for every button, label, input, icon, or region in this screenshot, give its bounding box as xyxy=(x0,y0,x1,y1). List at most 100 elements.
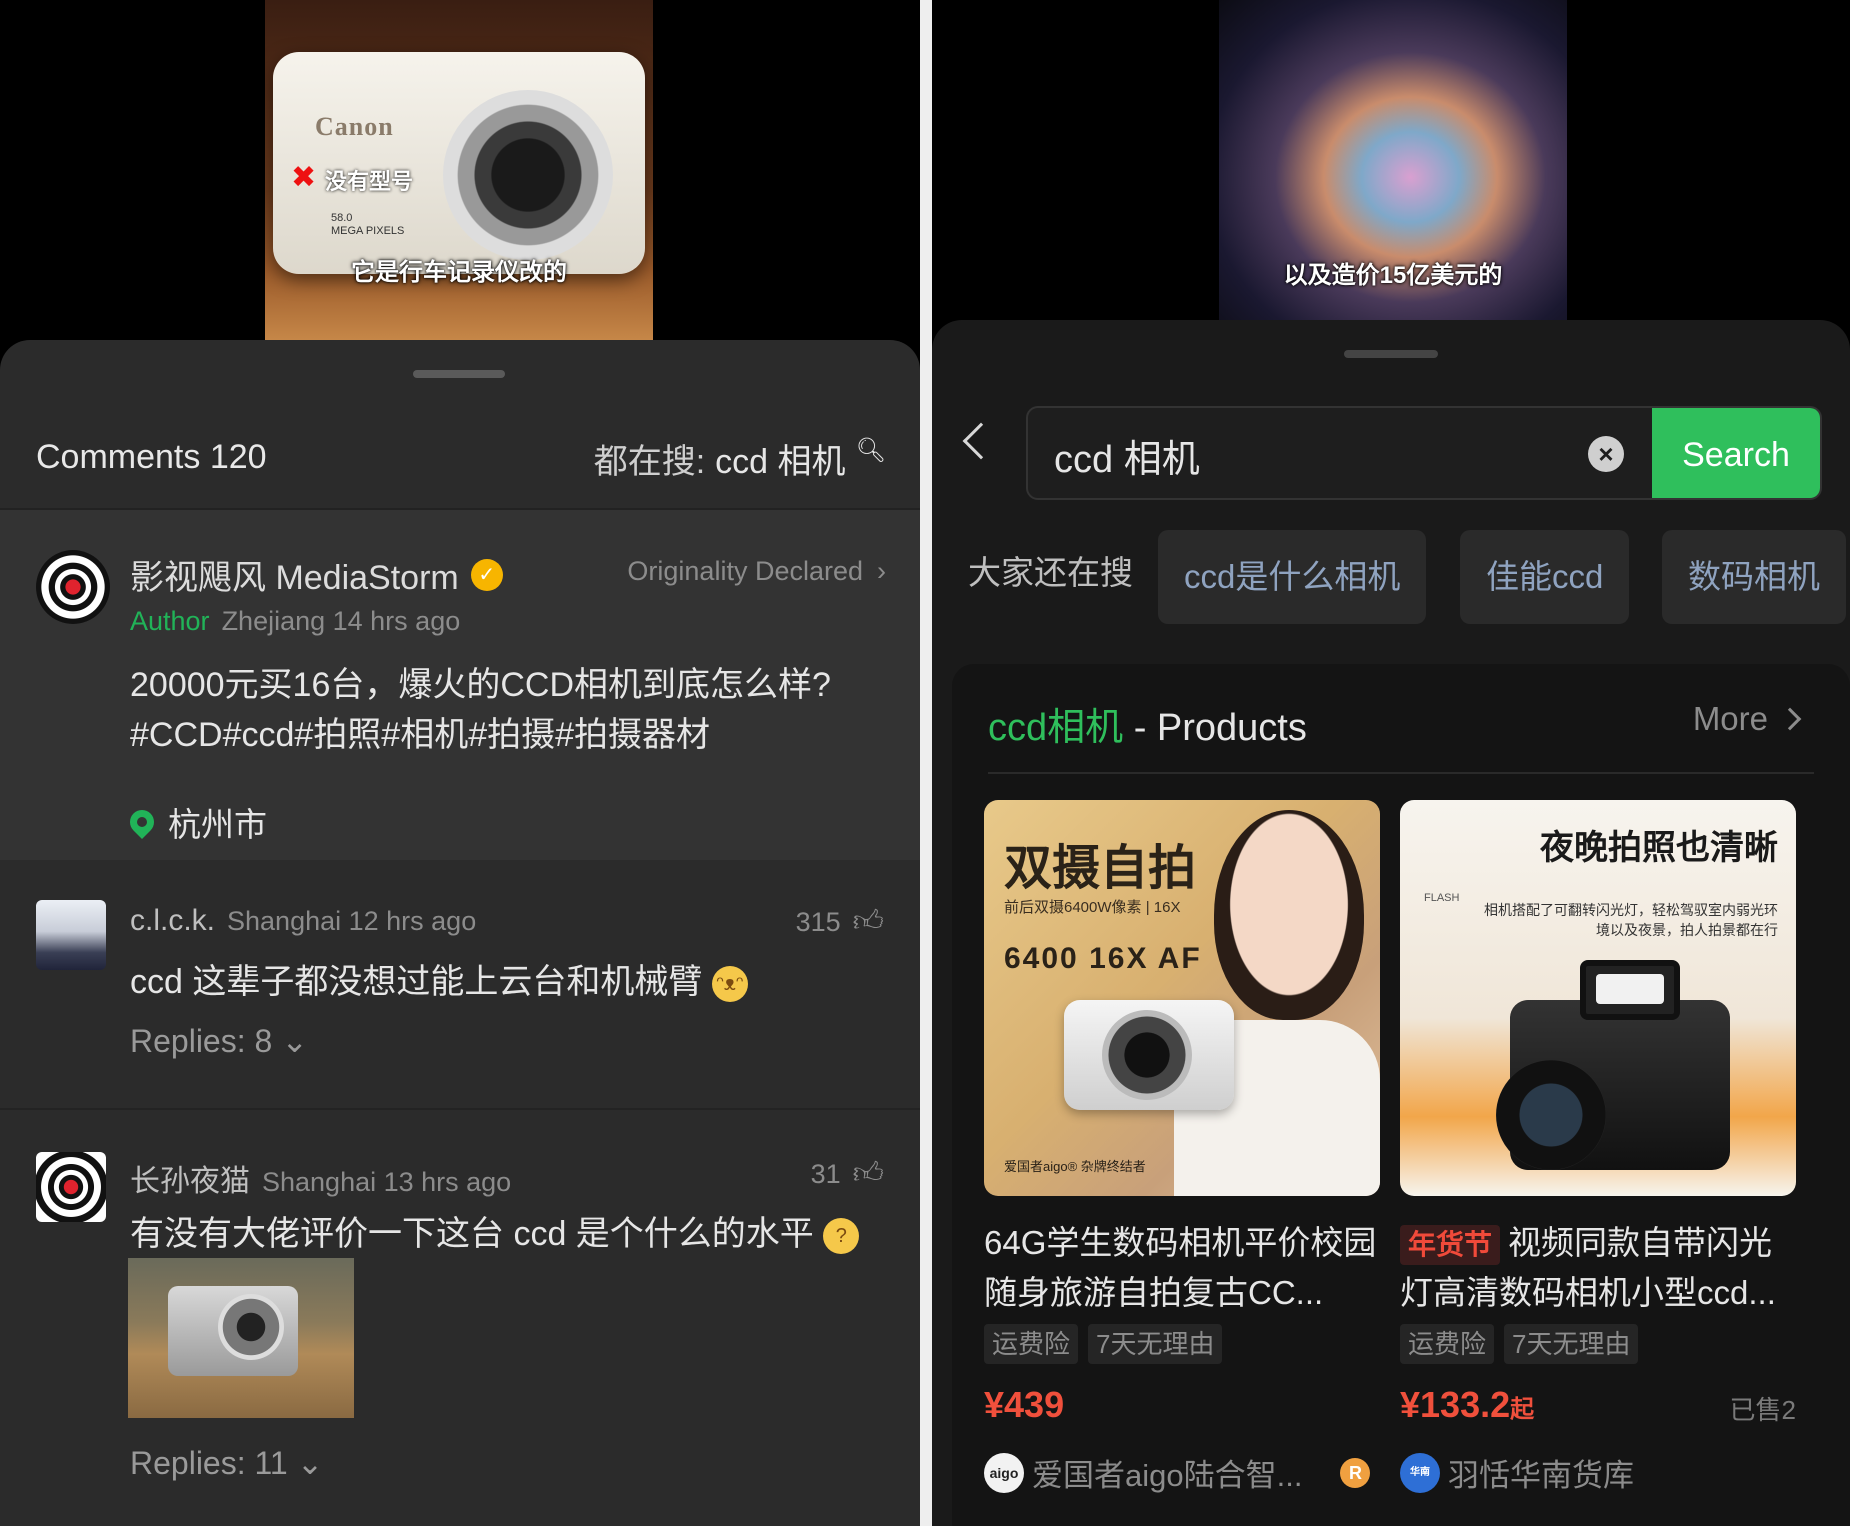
camera-lens xyxy=(1102,1010,1192,1100)
replies-toggle[interactable]: Replies: 8 ⌄ xyxy=(130,1022,308,1060)
trending-search[interactable]: 都在搜: ccd 相机 🔍︎ xyxy=(594,434,886,483)
search-sheet: ccd 相机 × Search 大家还在搜 ccd是什么相机 佳能ccd 数码相… xyxy=(932,320,1850,1526)
divider xyxy=(988,772,1814,774)
video-caption: 以及造价15亿美元的 xyxy=(1283,262,1503,289)
image-flash-label: FLASH xyxy=(1424,892,1460,904)
trending-search-keyword[interactable]: ccd 相机 xyxy=(715,434,845,483)
product-name[interactable]: 64G学生数码相机平价校园随身旅游自拍复古CC... xyxy=(984,1218,1380,1318)
products-keyword: ccd相机 xyxy=(988,707,1124,749)
shop-name: 爱国者aigo陆合智... xyxy=(1032,1458,1303,1493)
image-subtitle: 相机搭配了可翻转闪光灯，轻松驾驭室内弱光环境以及夜景，拍人拍景都在行 xyxy=(1484,902,1778,938)
comment-text: 有没有大佬评价一下这台 ccd 是个什么的水平 ? xyxy=(130,1206,860,1255)
like-count: 31 xyxy=(810,1158,841,1189)
camera-lens xyxy=(218,1294,284,1360)
comments-panel: Canon ✖ 没有型号 58.0 MEGA PIXELS 它是行车记录仪改的 C… xyxy=(0,0,920,1526)
location-label: 杭州市 xyxy=(168,806,267,843)
search-icon: 🔍︎ xyxy=(855,437,886,464)
camera-lens xyxy=(1496,1060,1606,1170)
author-post: 影视飓风 MediaStorm ✓ Originality Declared ›… xyxy=(0,510,920,860)
like-button[interactable]: 315 👍︎ xyxy=(796,904,884,940)
red-x-icon: ✖ xyxy=(291,161,317,194)
promo-tag: 年货节 xyxy=(1400,1225,1501,1265)
product-item[interactable]: 双摄自拍 前后双摄6400W像素 | 16X 6400 16X AF 爱国者ai… xyxy=(984,800,1380,1495)
avatar[interactable] xyxy=(36,1152,106,1222)
price-value: ¥133.2 xyxy=(1400,1384,1511,1425)
comment-username[interactable]: 长孙夜猫 xyxy=(130,1165,250,1198)
product-price: ¥133.2起 已售2 xyxy=(1400,1384,1796,1434)
sold-count: 已售2 xyxy=(1729,1395,1796,1425)
badge: 7天无理由 xyxy=(1504,1324,1639,1364)
comment-photo[interactable] xyxy=(128,1258,354,1418)
comment-text-body: 有没有大佬评价一下这台 ccd 是个什么的水平 xyxy=(130,1215,814,1253)
drag-handle[interactable] xyxy=(1344,350,1438,358)
price-value: ¥439 xyxy=(984,1384,1065,1425)
like-count: 315 xyxy=(795,906,841,937)
camera-brand: Canon xyxy=(315,112,394,141)
suggest-chip[interactable]: 佳能ccd xyxy=(1460,530,1630,624)
shop-logo: aigo xyxy=(984,1452,1024,1493)
image-footer: 爱国者aigo® 杂牌终结者 xyxy=(1004,1159,1146,1174)
search-panel: 以及造价15亿美元的 ccd 相机 × Search 大家还在搜 ccd是什么相… xyxy=(932,0,1850,1526)
chevron-right-icon xyxy=(1778,707,1802,731)
shop-name: 羽恬华南货库 xyxy=(1448,1458,1634,1493)
price-suffix: 起 xyxy=(1510,1396,1535,1423)
more-link[interactable]: More xyxy=(1692,700,1802,738)
thumbs-up-icon: 👍︎ xyxy=(852,1157,884,1190)
video-thumbnail[interactable]: 以及造价15亿美元的 xyxy=(1219,0,1567,322)
shop-link[interactable]: aigo 爱国者aigo陆合智... R xyxy=(984,1450,1380,1495)
comment-username[interactable]: c.l.c.k. xyxy=(130,904,215,937)
search-input[interactable]: ccd 相机 xyxy=(1054,428,1200,483)
confused-emoji-icon: ? xyxy=(823,1218,860,1255)
divider xyxy=(0,1108,920,1110)
comments-title: Comments 120 xyxy=(36,438,267,476)
model-face xyxy=(1214,810,1364,1020)
more-label: More xyxy=(1692,700,1768,737)
products-suffix: - Products xyxy=(1123,707,1307,749)
image-title: 双摄自拍 xyxy=(1004,842,1197,895)
avatar[interactable] xyxy=(36,900,106,970)
image-title: 夜晚拍照也清晰 xyxy=(1540,829,1778,867)
originality-label: Originality Declared xyxy=(627,556,863,586)
avatar[interactable] xyxy=(36,550,110,624)
product-badges: 运费险 7天无理由 xyxy=(984,1324,1380,1364)
product-image[interactable]: 双摄自拍 前后双摄6400W像素 | 16X 6400 16X AF 爱国者ai… xyxy=(984,800,1380,1196)
image-specs: 6400 16X AF xyxy=(1004,942,1202,975)
video-thumbnail[interactable]: Canon ✖ 没有型号 58.0 MEGA PIXELS 它是行车记录仪改的 xyxy=(265,0,653,345)
like-button[interactable]: 31 👍︎ xyxy=(811,1156,884,1192)
product-name[interactable]: 年货节 视频同款自带闪光灯高清数码相机小型ccd... xyxy=(1400,1218,1796,1318)
suggest-chip[interactable]: ccd是什么相机 xyxy=(1158,530,1427,624)
cat-emoji-icon: ᵔᴥᵔ xyxy=(711,966,748,1003)
replies-label: Replies: 11 xyxy=(130,1445,288,1481)
comment-meta: Shanghai 13 hrs ago xyxy=(262,1167,512,1197)
product-image[interactable]: 夜晚拍照也清晰 FLASH 相机搭配了可翻转闪光灯，轻松驾驭室内弱光环境以及夜景… xyxy=(1400,800,1796,1196)
suggest-chip[interactable]: 数码相机 xyxy=(1662,530,1846,624)
badge: 7天无理由 xyxy=(1088,1324,1223,1364)
back-arrow-icon[interactable] xyxy=(962,422,1000,460)
author-meta: Author Zhejiang 14 hrs ago xyxy=(130,606,460,637)
badge: 运费险 xyxy=(984,1324,1079,1364)
suggest-label: 大家还在搜 xyxy=(968,554,1133,591)
author-name[interactable]: 影视飓风 MediaStorm xyxy=(130,550,459,599)
post-location[interactable]: 杭州市 xyxy=(125,798,267,846)
search-bar: ccd 相机 × Search xyxy=(1026,406,1822,500)
flash-unit xyxy=(1580,960,1680,1020)
author-role: Author xyxy=(130,606,210,636)
location-pin-icon xyxy=(125,805,159,839)
video-caption: 它是行车记录仪改的 xyxy=(351,259,567,286)
product-badges: 运费险 7天无理由 xyxy=(1400,1324,1796,1364)
shop-rank-icon: R xyxy=(1340,1457,1371,1488)
panel-divider xyxy=(920,0,932,1526)
shop-link[interactable]: 华南 羽恬华南货库 xyxy=(1400,1450,1796,1495)
originality-declared-link[interactable]: Originality Declared › xyxy=(627,556,886,587)
products-card: ccd相机 - Products More 双摄自拍 前后双摄6400W像素 |… xyxy=(952,664,1850,1526)
replies-toggle[interactable]: Replies: 11 ⌄ xyxy=(130,1444,323,1482)
author-location-time: Zhejiang 14 hrs ago xyxy=(221,606,461,636)
author-name-row: 影视飓风 MediaStorm ✓ xyxy=(130,550,503,599)
search-button[interactable]: Search xyxy=(1652,408,1820,498)
comment-text-body: ccd 这辈子都没想过能上云台和机械臂 xyxy=(130,963,703,1001)
drag-handle[interactable] xyxy=(413,370,505,378)
clear-icon[interactable]: × xyxy=(1588,436,1624,472)
verified-badge-icon: ✓ xyxy=(470,558,503,591)
comment-header: 长孙夜猫 Shanghai 13 hrs ago xyxy=(130,1156,511,1200)
product-item[interactable]: 夜晚拍照也清晰 FLASH 相机搭配了可翻转闪光灯，轻松驾驭室内弱光环境以及夜景… xyxy=(1400,800,1796,1495)
